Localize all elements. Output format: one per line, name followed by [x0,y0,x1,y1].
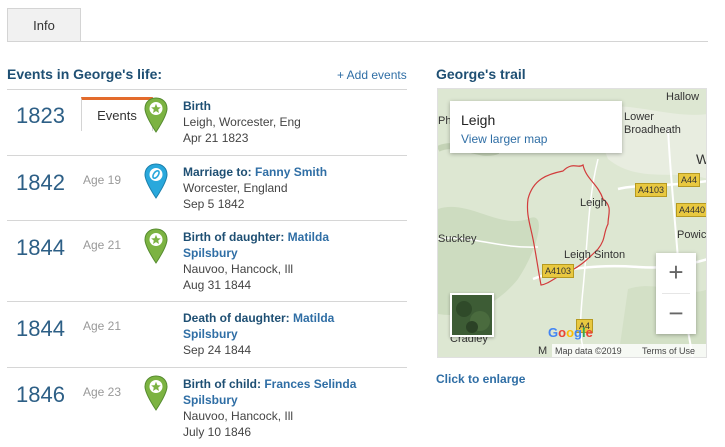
event-place: Leigh, Worcester, Eng [183,115,301,129]
birth-pin-icon [144,228,168,264]
event-age: Age 23 [83,385,122,399]
map-label: Leigh Sinton [564,249,626,261]
event-title: Birth of child: [183,377,261,391]
tab-info[interactable]: Info [7,8,81,41]
events-title: Events in George's life: [7,66,163,82]
event-row: 1823 Birth Leigh, Worcester, Eng Apr 21 … [7,89,407,155]
trail-map[interactable]: Hallow Lower Broadheath Phi Leigh Suckle… [437,88,707,358]
event-date: Aug 31 1844 [183,278,252,292]
event-detail: Death of daughter: Matilda Spilsbury Sep… [183,310,334,358]
zoom-in-button[interactable]: + [656,253,696,293]
event-year: 1844 [16,316,65,341]
event-detail: Birth Leigh, Worcester, Eng Apr 21 1823 [183,98,301,146]
marriage-pin-icon [144,163,168,199]
event-age: Age 19 [83,173,122,187]
map-label: Leigh [580,197,607,209]
satellite-thumbnail-icon [452,295,492,335]
event-row: 1844 Age 21 Death of daughter: Matilda S… [7,301,407,367]
child-link-surname[interactable]: Spilsbury [183,393,238,407]
road-sign: A44 [678,173,701,187]
event-place: Worcester, England [183,181,288,195]
event-date: Apr 21 1823 [183,131,249,145]
zoom-out-button[interactable]: − [656,294,696,334]
child-link[interactable]: Frances Selinda [264,377,356,391]
map-data-text: Map data ©2019 [555,346,622,356]
event-row: 1842 Age 19 Marriage to: Fanny Smith Wor… [7,155,407,220]
terms-of-use-link[interactable]: Terms of Use [642,344,695,357]
event-detail: Birth of child: Frances Selinda Spilsbur… [183,376,356,440]
map-label: M [538,345,548,357]
view-larger-map-link[interactable]: View larger map [461,132,547,146]
map-infobox: Leigh View larger map [450,101,622,153]
map-label: Suckley [438,233,477,245]
daughter-link[interactable]: Matilda [293,311,334,325]
road-sign: A4103 [542,264,575,278]
event-detail: Marriage to: Fanny Smith Worcester, Engl… [183,164,327,212]
event-row: 1844 Age 21 Birth of daughter: Matilda S… [7,220,407,301]
event-year: 1846 [16,382,65,407]
event-date: July 10 1846 [183,425,252,439]
map-attribution: Map data ©2019 Terms of Use [552,344,706,357]
click-to-enlarge-link[interactable]: Click to enlarge [436,372,525,386]
event-age: Age 21 [83,238,122,252]
trail-title: George's trail [436,66,526,82]
event-title: Death of daughter: [183,311,290,325]
road-sign: A4103 [635,183,668,197]
map-label: W [696,151,706,167]
event-title: Birth [183,99,211,113]
birth-pin-icon [144,375,168,411]
spouse-link[interactable]: Fanny Smith [255,165,327,179]
event-place: Nauvoo, Hancock, Ill [183,262,294,276]
road-sign: A4440 [676,203,706,217]
event-title: Birth of daughter: [183,230,285,244]
event-place: Nauvoo, Hancock, Ill [183,409,294,423]
daughter-link-surname[interactable]: Spilsbury [183,327,238,341]
events-list: 1823 Birth Leigh, Worcester, Eng Apr 21 … [7,89,407,447]
event-date: Sep 5 1842 [183,197,245,211]
google-logo: Google [548,325,593,340]
add-events-link[interactable]: + Add events [337,68,407,82]
birth-pin-icon [144,97,168,133]
event-year: 1844 [16,235,65,260]
map-label: Hallow [666,91,700,103]
event-title: Marriage to: [183,165,252,179]
map-label: Lower [624,111,654,123]
zoom-control: + − [656,253,696,334]
daughter-link-surname[interactable]: Spilsbury [183,246,238,260]
map-label: Broadheath [624,124,681,136]
infobox-place: Leigh [461,112,496,128]
event-year: 1823 [16,103,65,128]
event-year: 1842 [16,170,65,195]
tab-bar: Info Events [7,8,708,131]
satellite-toggle[interactable] [450,293,494,337]
map-label: Powic [677,229,707,241]
event-row: 1846 Age 23 Birth of child: Frances Seli… [7,367,407,447]
daughter-link[interactable]: Matilda [288,230,329,244]
event-detail: Birth of daughter: Matilda Spilsbury Nau… [183,229,329,293]
event-date: Sep 24 1844 [183,343,252,357]
event-age: Age 21 [83,319,122,333]
